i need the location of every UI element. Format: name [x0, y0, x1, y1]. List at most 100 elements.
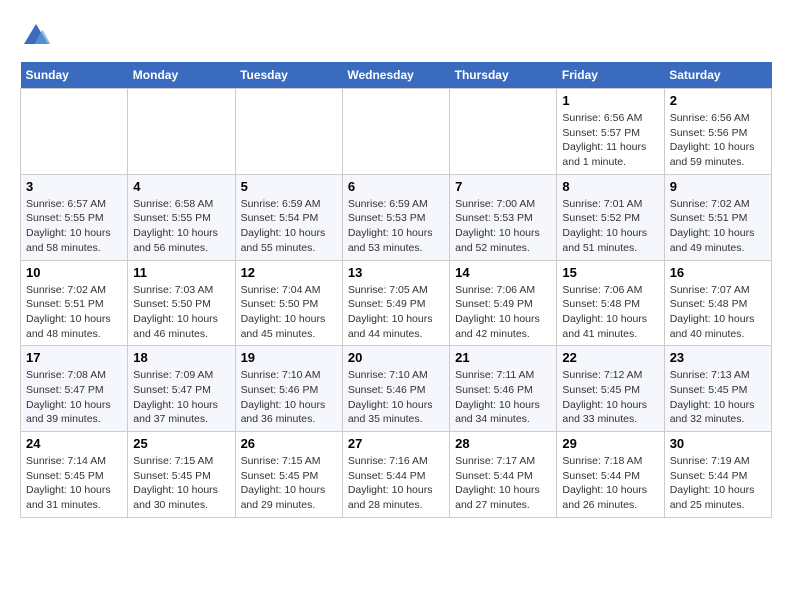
calendar-cell: 25 Sunrise: 7:15 AM Sunset: 5:45 PM Dayli… [128, 432, 235, 518]
calendar-cell [235, 89, 342, 175]
calendar-cell [450, 89, 557, 175]
weekday-header-thursday: Thursday [450, 62, 557, 89]
calendar-cell: 21 Sunrise: 7:11 AM Sunset: 5:46 PM Dayli… [450, 346, 557, 432]
calendar-cell: 17Sunrise: 7:08 AM Sunset: 5:47 PM Dayli… [21, 346, 128, 432]
day-number: 4 [133, 179, 229, 194]
calendar-cell: 14 Sunrise: 7:06 AM Sunset: 5:49 PM Dayli… [450, 260, 557, 346]
calendar-cell [342, 89, 449, 175]
day-number: 2 [670, 93, 766, 108]
week-row-3: 10 Sunrise: 7:02 AM Sunset: 5:51 PM Dayli… [21, 260, 772, 346]
day-number: 15 [562, 265, 658, 280]
day-number: 7 [455, 179, 551, 194]
week-row-4: 17Sunrise: 7:08 AM Sunset: 5:47 PM Dayli… [21, 346, 772, 432]
calendar-cell: 28 Sunrise: 7:17 AM Sunset: 5:44 PM Dayli… [450, 432, 557, 518]
day-info: Sunrise: 7:11 AM Sunset: 5:46 PM Dayligh… [455, 368, 551, 427]
day-info: Sunrise: 7:15 AM Sunset: 5:45 PM Dayligh… [241, 454, 337, 513]
calendar-cell: 26Sunrise: 7:15 AM Sunset: 5:45 PM Dayli… [235, 432, 342, 518]
calendar-cell: 13 Sunrise: 7:05 AM Sunset: 5:49 PM Dayli… [342, 260, 449, 346]
calendar-cell [128, 89, 235, 175]
day-info: Sunrise: 7:18 AM Sunset: 5:44 PM Dayligh… [562, 454, 658, 513]
calendar-cell [21, 89, 128, 175]
day-number: 12 [241, 265, 337, 280]
day-number: 27 [348, 436, 444, 451]
day-number: 24 [26, 436, 122, 451]
page-header [20, 20, 772, 52]
day-number: 19 [241, 350, 337, 365]
calendar-cell: 11Sunrise: 7:03 AM Sunset: 5:50 PM Dayli… [128, 260, 235, 346]
calendar-cell: 5Sunrise: 6:59 AM Sunset: 5:54 PM Daylig… [235, 174, 342, 260]
calendar-cell: 8 Sunrise: 7:01 AM Sunset: 5:52 PM Daylig… [557, 174, 664, 260]
calendar-cell: 10 Sunrise: 7:02 AM Sunset: 5:51 PM Dayli… [21, 260, 128, 346]
day-number: 6 [348, 179, 444, 194]
day-number: 21 [455, 350, 551, 365]
calendar-cell: 3 Sunrise: 6:57 AM Sunset: 5:55 PM Daylig… [21, 174, 128, 260]
weekday-header-monday: Monday [128, 62, 235, 89]
day-number: 13 [348, 265, 444, 280]
calendar-cell: 22 Sunrise: 7:12 AM Sunset: 5:45 PM Dayli… [557, 346, 664, 432]
day-number: 29 [562, 436, 658, 451]
day-info: Sunrise: 6:56 AM Sunset: 5:56 PM Dayligh… [670, 111, 766, 170]
calendar-cell: 24 Sunrise: 7:14 AM Sunset: 5:45 PM Dayli… [21, 432, 128, 518]
day-info: Sunrise: 7:10 AM Sunset: 5:46 PM Dayligh… [348, 368, 444, 427]
day-info: Sunrise: 7:16 AM Sunset: 5:44 PM Dayligh… [348, 454, 444, 513]
day-info: Sunrise: 7:01 AM Sunset: 5:52 PM Dayligh… [562, 197, 658, 256]
calendar-cell: 12 Sunrise: 7:04 AM Sunset: 5:50 PM Dayli… [235, 260, 342, 346]
day-info: Sunrise: 7:06 AM Sunset: 5:49 PM Dayligh… [455, 283, 551, 342]
day-info: Sunrise: 7:10 AM Sunset: 5:46 PM Dayligh… [241, 368, 337, 427]
day-number: 11 [133, 265, 229, 280]
day-info: Sunrise: 6:59 AM Sunset: 5:53 PM Dayligh… [348, 197, 444, 256]
day-info: Sunrise: 7:05 AM Sunset: 5:49 PM Dayligh… [348, 283, 444, 342]
day-info: Sunrise: 7:14 AM Sunset: 5:45 PM Dayligh… [26, 454, 122, 513]
logo-icon [20, 20, 52, 52]
day-info: Sunrise: 6:56 AM Sunset: 5:57 PM Dayligh… [562, 111, 658, 170]
day-number: 9 [670, 179, 766, 194]
day-number: 30 [670, 436, 766, 451]
calendar-cell: 29 Sunrise: 7:18 AM Sunset: 5:44 PM Dayli… [557, 432, 664, 518]
day-number: 22 [562, 350, 658, 365]
day-info: Sunrise: 7:15 AM Sunset: 5:45 PM Dayligh… [133, 454, 229, 513]
logo [20, 20, 57, 52]
calendar-cell: 18 Sunrise: 7:09 AM Sunset: 5:47 PM Dayli… [128, 346, 235, 432]
week-row-5: 24 Sunrise: 7:14 AM Sunset: 5:45 PM Dayli… [21, 432, 772, 518]
day-info: Sunrise: 7:07 AM Sunset: 5:48 PM Dayligh… [670, 283, 766, 342]
day-info: Sunrise: 7:17 AM Sunset: 5:44 PM Dayligh… [455, 454, 551, 513]
weekday-header-tuesday: Tuesday [235, 62, 342, 89]
weekday-header-saturday: Saturday [664, 62, 771, 89]
day-number: 25 [133, 436, 229, 451]
calendar-cell: 19 Sunrise: 7:10 AM Sunset: 5:46 PM Dayli… [235, 346, 342, 432]
day-info: Sunrise: 7:06 AM Sunset: 5:48 PM Dayligh… [562, 283, 658, 342]
calendar-cell: 9Sunrise: 7:02 AM Sunset: 5:51 PM Daylig… [664, 174, 771, 260]
day-info: Sunrise: 7:13 AM Sunset: 5:45 PM Dayligh… [670, 368, 766, 427]
calendar-cell: 30 Sunrise: 7:19 AM Sunset: 5:44 PM Dayli… [664, 432, 771, 518]
week-row-1: 1Sunrise: 6:56 AM Sunset: 5:57 PM Daylig… [21, 89, 772, 175]
day-info: Sunrise: 6:57 AM Sunset: 5:55 PM Dayligh… [26, 197, 122, 256]
day-info: Sunrise: 7:04 AM Sunset: 5:50 PM Dayligh… [241, 283, 337, 342]
day-number: 20 [348, 350, 444, 365]
day-info: Sunrise: 7:02 AM Sunset: 5:51 PM Dayligh… [26, 283, 122, 342]
day-info: Sunrise: 7:00 AM Sunset: 5:53 PM Dayligh… [455, 197, 551, 256]
weekday-header-wednesday: Wednesday [342, 62, 449, 89]
day-number: 28 [455, 436, 551, 451]
day-number: 10 [26, 265, 122, 280]
calendar-cell: 16 Sunrise: 7:07 AM Sunset: 5:48 PM Dayli… [664, 260, 771, 346]
calendar-table: SundayMondayTuesdayWednesdayThursdayFrid… [20, 62, 772, 518]
calendar-cell: 2 Sunrise: 6:56 AM Sunset: 5:56 PM Daylig… [664, 89, 771, 175]
weekday-header-friday: Friday [557, 62, 664, 89]
calendar-cell: 20 Sunrise: 7:10 AM Sunset: 5:46 PM Dayli… [342, 346, 449, 432]
calendar-cell: 7 Sunrise: 7:00 AM Sunset: 5:53 PM Daylig… [450, 174, 557, 260]
day-info: Sunrise: 7:12 AM Sunset: 5:45 PM Dayligh… [562, 368, 658, 427]
calendar-cell: 1Sunrise: 6:56 AM Sunset: 5:57 PM Daylig… [557, 89, 664, 175]
weekday-header-row: SundayMondayTuesdayWednesdayThursdayFrid… [21, 62, 772, 89]
day-number: 18 [133, 350, 229, 365]
day-number: 8 [562, 179, 658, 194]
calendar-cell: 27 Sunrise: 7:16 AM Sunset: 5:44 PM Dayli… [342, 432, 449, 518]
day-number: 16 [670, 265, 766, 280]
calendar-cell: 6 Sunrise: 6:59 AM Sunset: 5:53 PM Daylig… [342, 174, 449, 260]
calendar-cell: 23Sunrise: 7:13 AM Sunset: 5:45 PM Dayli… [664, 346, 771, 432]
day-info: Sunrise: 7:19 AM Sunset: 5:44 PM Dayligh… [670, 454, 766, 513]
day-number: 14 [455, 265, 551, 280]
day-info: Sunrise: 6:58 AM Sunset: 5:55 PM Dayligh… [133, 197, 229, 256]
day-info: Sunrise: 7:08 AM Sunset: 5:47 PM Dayligh… [26, 368, 122, 427]
day-number: 3 [26, 179, 122, 194]
day-info: Sunrise: 7:09 AM Sunset: 5:47 PM Dayligh… [133, 368, 229, 427]
